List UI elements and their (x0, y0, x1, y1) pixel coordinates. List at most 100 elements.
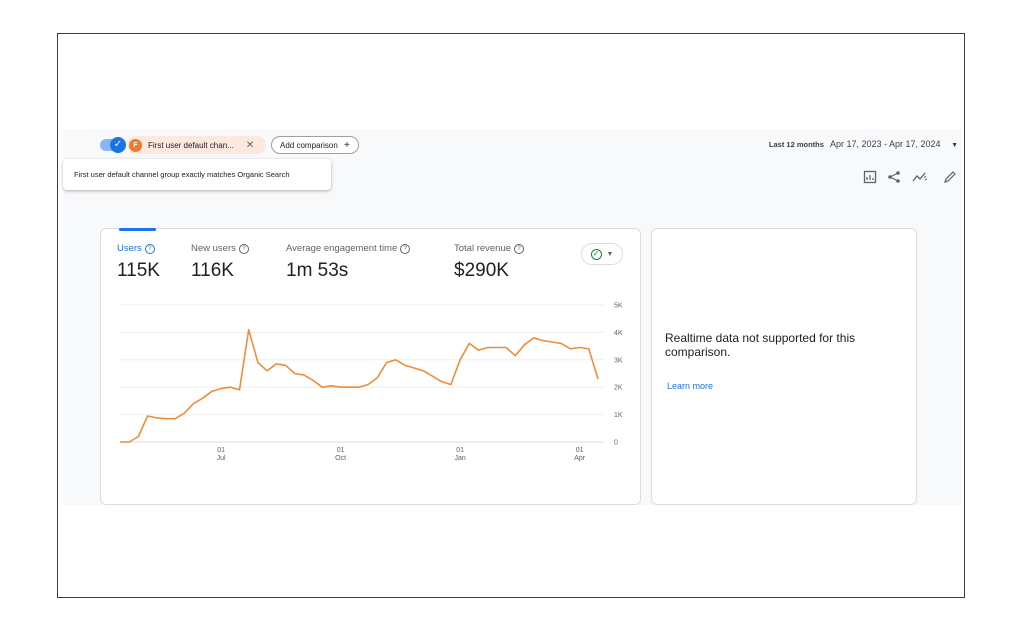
comparison-chip[interactable]: F First user default chan... ✕ (127, 136, 266, 154)
help-icon[interactable]: ? (514, 244, 525, 254)
x-tick-month: Oct (335, 455, 346, 462)
chart-options-button[interactable]: ✓ ▼ (581, 243, 623, 265)
check-circle-icon: ✓ (590, 248, 602, 260)
realtime-message: Realtime data not supported for this com… (665, 331, 856, 359)
data-point[interactable] (439, 379, 444, 384)
data-point[interactable] (200, 396, 205, 401)
data-point[interactable] (311, 378, 316, 383)
data-point[interactable] (421, 368, 426, 373)
data-point[interactable] (163, 416, 168, 421)
data-point[interactable] (274, 361, 279, 366)
data-point[interactable] (173, 416, 178, 421)
x-tick-day: 01 (337, 447, 345, 454)
data-point[interactable] (467, 341, 472, 346)
date-range-text: Apr 17, 2023 - Apr 17, 2024 (829, 139, 941, 149)
y-tick-label: 5K (614, 303, 623, 310)
data-point[interactable] (265, 368, 270, 373)
data-point[interactable] (366, 382, 371, 387)
customize-report-icon[interactable] (862, 170, 878, 186)
metric-tab-new-users[interactable]: New users? 116K (191, 243, 249, 282)
help-icon[interactable]: ? (400, 244, 411, 254)
help-icon[interactable]: ? (238, 244, 249, 254)
data-point[interactable] (476, 348, 481, 353)
metric-tab-total-revenue[interactable]: Total revenue? $290K (454, 243, 525, 282)
data-point[interactable] (531, 335, 536, 340)
data-point[interactable] (182, 411, 187, 416)
add-comparison-button[interactable]: Add comparison + (271, 136, 359, 154)
metric-value: $290K (454, 260, 509, 281)
data-point[interactable] (292, 371, 297, 376)
filter-tooltip: First user default channel group exactly… (63, 159, 331, 190)
data-point[interactable] (494, 345, 499, 350)
share-icon[interactable] (886, 170, 902, 186)
learn-more-link[interactable]: Learn more (667, 381, 713, 391)
data-point[interactable] (375, 375, 380, 380)
data-point[interactable] (586, 346, 591, 351)
close-icon[interactable]: ✕ (246, 140, 254, 151)
data-point[interactable] (118, 440, 123, 445)
data-point[interactable] (540, 338, 545, 343)
data-point[interactable] (513, 353, 518, 358)
active-tab-indicator (119, 228, 156, 231)
add-comparison-label: Add comparison (280, 141, 338, 150)
metric-tab-engagement-time[interactable]: Average engagement time? 1m 53s (286, 243, 411, 282)
data-point[interactable] (301, 372, 306, 377)
x-tick-month: Jan (454, 455, 465, 462)
x-tick-month: Apr (574, 455, 586, 462)
data-point[interactable] (430, 374, 435, 379)
data-point[interactable] (255, 360, 260, 365)
metric-label: Users (117, 243, 142, 254)
data-point[interactable] (209, 389, 214, 394)
metric-value: 116K (191, 260, 234, 281)
metric-value: 115K (117, 260, 160, 281)
metric-value: 1m 53s (286, 260, 349, 281)
data-point[interactable] (329, 383, 334, 388)
data-point[interactable] (191, 401, 196, 406)
data-point[interactable] (338, 385, 343, 390)
data-point[interactable] (246, 327, 251, 332)
date-preset: Last 12 months (768, 140, 824, 149)
toggle-check-icon[interactable]: ✓ (110, 137, 126, 153)
y-tick-label: 1K (614, 412, 623, 419)
y-tick-label: 4K (614, 330, 623, 337)
data-point[interactable] (596, 376, 601, 381)
data-point[interactable] (393, 357, 398, 362)
data-point[interactable] (504, 345, 509, 350)
caret-down-icon: ▼ (606, 250, 614, 258)
data-point[interactable] (412, 366, 417, 371)
data-point[interactable] (402, 363, 407, 368)
date-range-picker[interactable]: Last 12 months Apr 17, 2023 - Apr 17, 20… (769, 139, 958, 149)
data-point[interactable] (577, 345, 582, 350)
caret-down-icon: ▼ (951, 142, 958, 149)
metric-label: Total revenue (454, 243, 512, 254)
data-point[interactable] (127, 440, 132, 445)
data-point[interactable] (145, 413, 150, 418)
data-point[interactable] (219, 386, 224, 391)
metric-tab-users[interactable]: Users? 115K (117, 243, 160, 282)
y-tick-label: 2K (614, 385, 623, 392)
x-tick-day: 01 (576, 447, 584, 454)
data-point[interactable] (228, 385, 233, 390)
data-point[interactable] (237, 387, 242, 392)
y-tick-label: 3K (614, 357, 623, 364)
data-point[interactable] (320, 385, 325, 390)
data-point[interactable] (136, 434, 141, 439)
help-icon[interactable]: ? (144, 244, 155, 254)
data-point[interactable] (384, 360, 389, 365)
data-point[interactable] (559, 341, 564, 346)
insights-icon[interactable] (912, 170, 928, 186)
data-point[interactable] (568, 346, 573, 351)
data-point[interactable] (347, 385, 352, 390)
users-line-chart: 01K2K3K4K5K01Jul01Oct01Jan01Apr (118, 303, 623, 462)
data-point[interactable] (357, 385, 362, 390)
data-point[interactable] (522, 342, 527, 347)
data-point[interactable] (283, 363, 288, 368)
edit-icon[interactable] (942, 170, 958, 186)
data-point[interactable] (448, 382, 453, 387)
data-point[interactable] (458, 357, 463, 362)
data-point[interactable] (485, 345, 490, 350)
realtime-card (651, 228, 917, 505)
chip-label: First user default chan... (148, 140, 234, 150)
data-point[interactable] (550, 339, 555, 344)
data-point[interactable] (154, 415, 159, 420)
